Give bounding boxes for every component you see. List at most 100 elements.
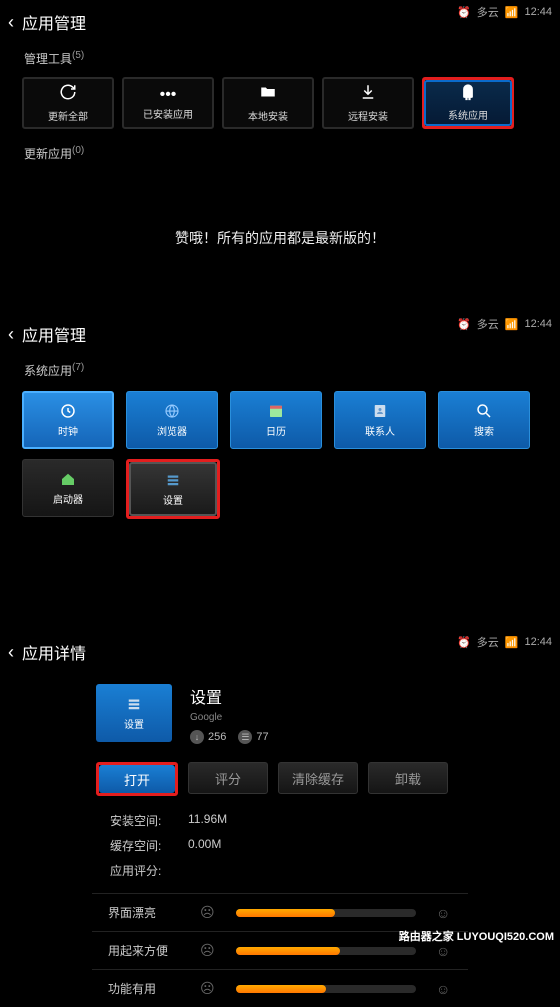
folder-icon [259,83,277,106]
rating-bar [236,985,416,993]
page-title: 应用管理 [22,10,86,34]
ratings-list: 界面漂亮 ☹ ☺ 用起来方便 ☹ ☺ 功能有用 ☹ ☺ [0,893,560,1007]
section-label-updates: 更新应用(0) [0,139,560,168]
weather-text: 多云 [477,316,499,332]
stat-downloads: ↓256 [190,730,226,744]
tile-system-apps[interactable]: 系统应用 [422,77,514,129]
time-text: 12:44 [524,318,552,330]
storage-info: 安装空间:11.96M 缓存空间:0.00M 应用评分: [0,808,560,883]
tile-local-install[interactable]: 本地安装 [222,77,314,129]
page-title: 应用管理 [22,322,86,346]
app-settings[interactable]: 设置 [129,462,217,516]
app-name: 设置 [190,684,269,708]
time-text: 12:44 [524,636,552,648]
section-label-tools: 管理工具(5) [0,44,560,73]
rate-button[interactable]: 评分 [188,762,268,794]
alarm-icon: ⏰ [457,636,471,649]
tile-remote-install[interactable]: 远程安装 [322,77,414,129]
download-icon [359,83,377,106]
app-icon-tile: 设置 [96,684,172,742]
sad-face-icon: ☹ [200,942,216,959]
tile-label: 系统应用 [448,107,488,122]
empty-message: 赞哦！所有的应用都是最新版的！ [0,228,560,248]
section-label-system: 系统应用(7) [0,356,560,385]
app-browser[interactable]: 浏览器 [126,391,218,449]
status-bar: ⏰ 多云 📶 12:44 [457,634,552,650]
wifi-icon: 📶 [505,318,519,331]
tile-label: 已安装应用 [143,106,193,121]
screen-system-apps: ⏰ 多云 📶 12:44 ‹ 应用管理 系统应用(7) 时钟 浏览器 日历 联系… [0,312,560,630]
dots-icon: ••• [160,86,177,104]
rating-row-ui: 界面漂亮 ☹ ☺ [92,893,468,931]
tile-installed[interactable]: ••• 已安装应用 [122,77,214,129]
app-calendar[interactable]: 日历 [230,391,322,449]
stat-ratings: ☰77 [238,730,268,744]
rating-badge-icon: ☰ [238,730,252,744]
tool-tile-row: 更新全部 ••• 已安装应用 本地安装 远程安装 系统应用 [0,77,560,129]
wifi-icon: 📶 [505,636,519,649]
uninstall-button[interactable]: 卸载 [368,762,448,794]
app-vendor: Google [190,712,269,723]
app-label: 浏览器 [157,423,187,438]
back-icon[interactable]: ‹ [8,642,14,663]
search-icon [471,402,497,420]
back-icon[interactable]: ‹ [8,324,14,345]
status-bar: ⏰ 多云 📶 12:44 [457,4,552,20]
weather-text: 多云 [477,4,499,20]
happy-face-icon: ☺ [436,981,452,997]
download-badge-icon: ↓ [190,730,204,744]
globe-icon [159,402,185,420]
app-label: 日历 [266,423,286,438]
weather-text: 多云 [477,634,499,650]
rating-bar [236,909,416,917]
happy-face-icon: ☺ [436,905,452,921]
happy-face-icon: ☺ [436,943,452,959]
app-launcher[interactable]: 启动器 [22,459,114,517]
calendar-icon [263,402,289,420]
app-icon-label: 设置 [124,716,144,731]
app-clock[interactable]: 时钟 [22,391,114,449]
app-label: 联系人 [365,423,395,438]
app-search[interactable]: 搜索 [438,391,530,449]
app-rating-row: 应用评分: [0,858,560,883]
app-row-1: 时钟 浏览器 日历 联系人 搜索 [0,391,560,449]
settings-icon [121,695,147,713]
clock-icon [55,402,81,420]
app-stats: ↓256 ☰77 [190,730,269,744]
detail-header: 设置 设置 Google ↓256 ☰77 [0,674,560,754]
screen-app-management-tools: ⏰ 多云 📶 12:44 ‹ 应用管理 管理工具(5) 更新全部 ••• 已安装… [0,0,560,312]
sad-face-icon: ☹ [200,980,216,997]
app-row-2: 启动器 设置 [0,459,560,519]
app-contacts[interactable]: 联系人 [334,391,426,449]
action-buttons: 打开 评分 清除缓存 卸载 [0,762,560,796]
open-button[interactable]: 打开 [99,765,175,793]
detail-info: 设置 Google ↓256 ☰77 [190,684,269,744]
app-label: 时钟 [58,423,78,438]
cache-space-row: 缓存空间:0.00M [0,833,560,858]
rating-row-features: 功能有用 ☹ ☺ [92,969,468,1007]
status-bar: ⏰ 多云 📶 12:44 [457,316,552,332]
alarm-icon: ⏰ [457,6,471,19]
open-button-highlight: 打开 [96,762,178,796]
app-settings-highlight: 设置 [126,459,220,519]
watermark: 路由器之家 LUYOUQI520.COM [399,928,554,944]
wifi-icon: 📶 [505,6,519,19]
refresh-icon [59,83,77,106]
sad-face-icon: ☹ [200,904,216,921]
rating-bar [236,947,416,955]
tile-update-all[interactable]: 更新全部 [22,77,114,129]
settings-icon [160,471,186,489]
contacts-icon [367,402,393,420]
tile-label: 本地安装 [248,108,288,123]
time-text: 12:44 [524,6,552,18]
clear-cache-button[interactable]: 清除缓存 [278,762,358,794]
app-label: 启动器 [53,491,83,506]
page-title: 应用详情 [22,640,86,664]
install-space-row: 安装空间:11.96M [0,808,560,833]
android-icon [459,84,477,107]
tile-label: 更新全部 [48,108,88,123]
app-label: 搜索 [474,423,494,438]
screen-app-detail: ⏰ 多云 📶 12:44 ‹ 应用详情 设置 设置 Google ↓256 ☰7… [0,630,560,948]
app-label: 设置 [163,492,183,507]
back-icon[interactable]: ‹ [8,12,14,33]
